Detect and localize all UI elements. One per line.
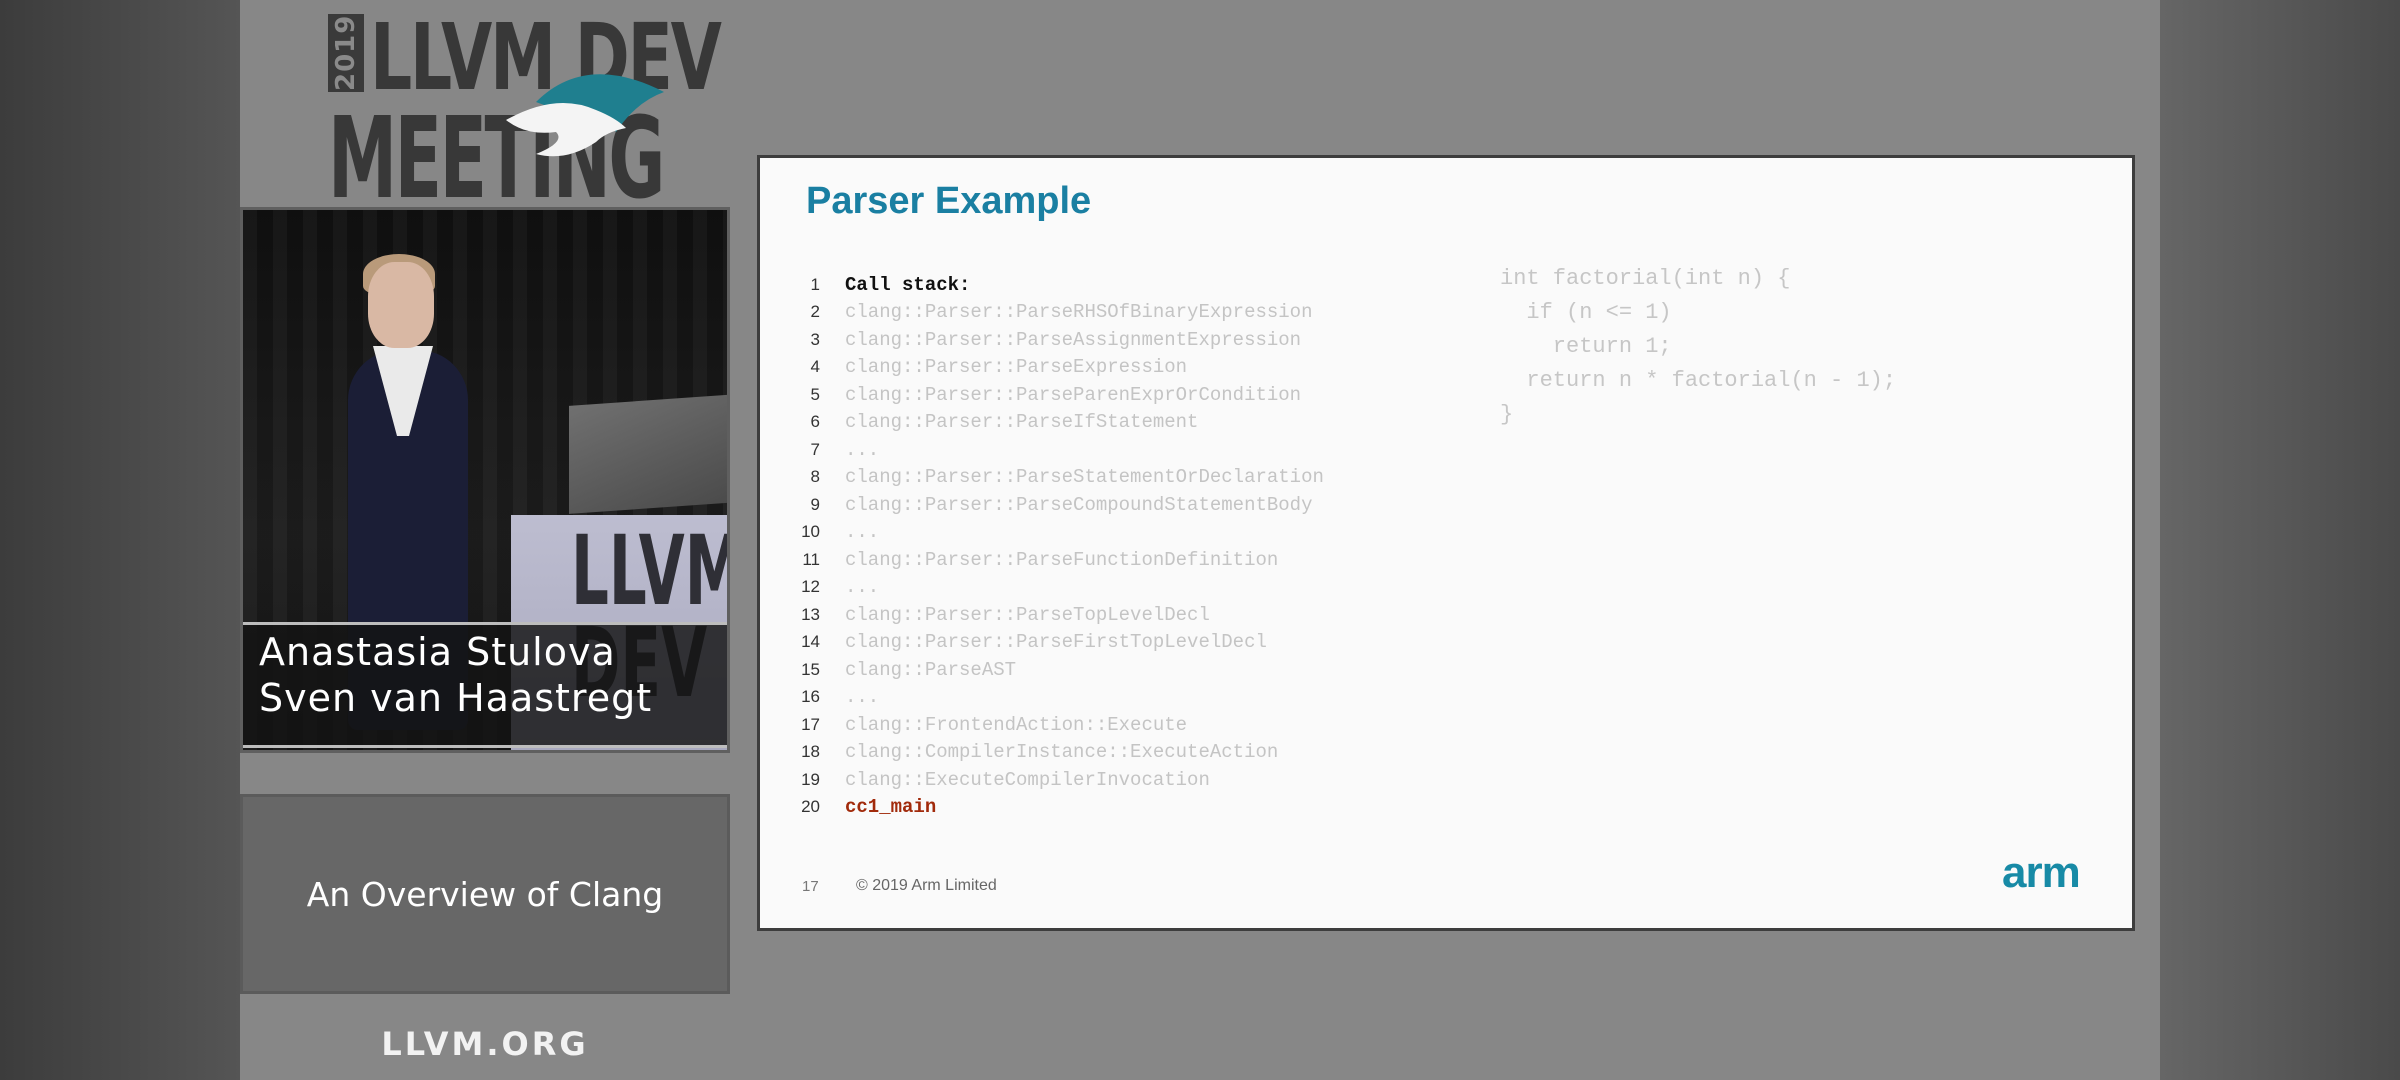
line-text: ... [845,686,880,709]
presentation-slide: Parser Example 1 Call stack: 2 clang::Parse… [757,155,2135,931]
code-line: 17 clang::FrontendAction::Execute [788,711,1428,739]
line-text: clang::Parser::ParseStatementOrDeclarati… [845,466,1324,489]
line-text: clang::Parser::ParseFirstTopLevelDecl [845,631,1267,654]
line-number: 11 [802,549,820,569]
code-line: 11 clang::Parser::ParseFunctionDefinition [788,546,1428,574]
code-line: 7... [788,436,1428,464]
dragon-icon [506,74,664,157]
code-line: 3 clang::Parser::ParseAssignmentExpressio… [788,326,1428,354]
slide-number: 17 [802,878,819,895]
code-line: 4 clang::Parser::ParseExpression [788,354,1428,382]
line-number: 12 [801,577,820,597]
code-line: 14 clang::Parser::ParseFirstTopLevelDecl [788,629,1428,657]
line-number: 13 [801,604,820,624]
code-line: 15 clang::ParseAST [788,656,1428,684]
line-text: clang::ParseAST [845,658,1017,681]
code-line: 1 Call stack: [788,271,1428,299]
line-number: 6 [810,412,820,432]
talk-title-panel: An Overview of Clang [240,794,730,994]
code-line: 10... [788,519,1428,547]
line-text: clang::FrontendAction::Execute [845,713,1188,736]
line-number: 5 [810,384,820,404]
code-line: 18 clang::CompilerInstance::ExecuteAction [788,739,1428,767]
site-url: LLVM.ORG [381,1025,589,1063]
code-line: 8 clang::Parser::ParseStatementOrDeclarat… [788,464,1428,492]
line-number: 2 [810,302,820,322]
line-number: 9 [810,494,820,514]
laptop [569,394,727,514]
line-text: clang::Parser::ParseExpression [845,356,1188,379]
slide-title: Parser Example [806,180,1092,222]
line-text: clang::Parser::ParseCompoundStatementBod… [845,493,1313,516]
source-line: } [1500,402,1514,427]
code-line: 20 cc1_main [788,794,1428,822]
line-text: clang::Parser::ParseParenExprOrCondition [845,383,1302,406]
code-line: 19 clang::ExecuteCompilerInvocation [788,766,1428,794]
right-backdrop [2160,0,2400,1080]
line-text: cc1_main [845,796,937,819]
line-text: ... [845,521,880,544]
line-text: clang::Parser::ParseIfStatement [845,411,1199,434]
line-number: 18 [801,742,820,762]
line-text: clang::Parser::ParseAssignmentExpression [845,328,1302,351]
line-text: ... [845,576,880,599]
line-number: 14 [801,632,820,652]
line-text: clang::CompilerInstance::ExecuteAction [845,741,1279,764]
logo-year: 2019 [328,14,364,92]
call-stack-list: 1 Call stack:2 clang::Parser::ParseRHSOfBi… [788,271,1428,821]
line-text: clang::Parser::ParseFunctionDefinition [845,548,1279,571]
line-text: clang::Parser::ParseRHSOfBinaryExpressio… [845,301,1313,324]
line-number: 20 [801,797,820,817]
line-number: 10 [801,522,820,542]
code-line: 12... [788,574,1428,602]
speaker-video: LLVM DEV Anastasia Stulova Sven van Haas… [240,207,730,753]
code-line: 5 clang::Parser::ParseParenExprOrConditio… [788,381,1428,409]
line-text: clang::ExecuteCompilerInvocation [845,768,1210,791]
line-number: 4 [810,357,820,377]
line-number: 1 [810,274,820,294]
llvm-dev-meeting-logo: 2019 LLVM DEV MEETING [328,4,722,224]
code-line: 2 clang::Parser::ParseRHSOfBinaryExpressi… [788,299,1428,327]
line-text: ... [845,438,880,461]
code-line: 6 clang::Parser::ParseIfStatement [788,409,1428,437]
left-backdrop [0,0,240,1080]
talk-title: An Overview of Clang [306,874,664,914]
arm-logo: arm [2002,848,2081,897]
line-number: 16 [801,687,820,707]
code-line: 13 clang::Parser::ParseTopLevelDecl [788,601,1428,629]
speaker-name-2: Sven van Haastregt [259,676,653,720]
source-line: int factorial(int n) { [1500,266,1791,291]
line-text: clang::Parser::ParseTopLevelDecl [845,603,1210,626]
line-number: 3 [810,329,820,349]
source-code-block: int factorial(int n) { if (n <= 1) retur… [1500,266,1896,436]
line-number: 8 [810,467,820,487]
line-number: 17 [801,714,820,734]
copyright-text: © 2019 Arm Limited [856,877,997,894]
line-number: 15 [801,659,820,679]
speaker-name-1: Anastasia Stulova [259,630,616,674]
code-line: 16... [788,684,1428,712]
line-text: Call stack: [845,273,971,296]
line-number: 19 [801,769,820,789]
source-line: return n * factorial(n - 1); [1500,368,1897,393]
line-number: 7 [810,439,820,459]
code-line: 9 clang::Parser::ParseCompoundStatementBo… [788,491,1428,519]
speaker-head [368,262,434,348]
source-line: if (n <= 1) [1500,300,1672,325]
source-line: return 1; [1500,334,1672,359]
